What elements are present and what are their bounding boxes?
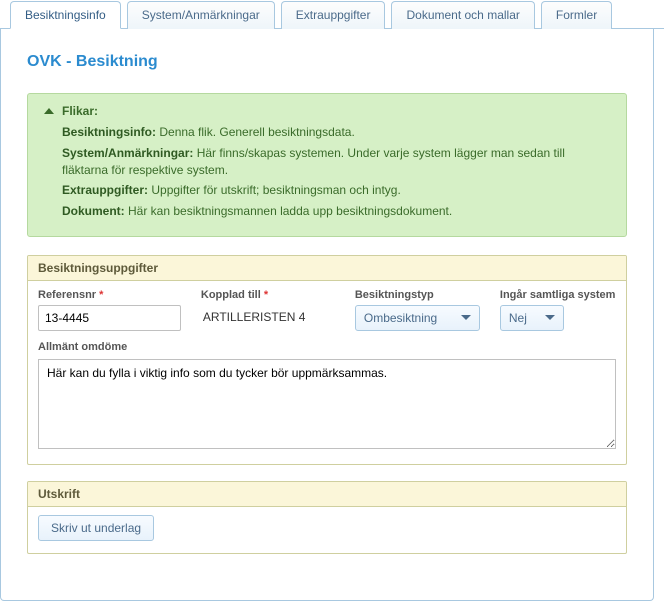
app-root: Besiktningsinfo System/Anmärkningar Extr… <box>0 0 664 601</box>
tab-besiktningsinfo[interactable]: Besiktningsinfo <box>10 1 121 29</box>
info-box: Flikar: Besiktningsinfo: Denna flik. Gen… <box>27 93 627 237</box>
ingar-select[interactable]: Nej <box>500 305 564 331</box>
info-line: Extrauppgifter: Uppgifter för utskrift; … <box>62 182 610 199</box>
besiktningstyp-label: Besiktningstyp <box>355 289 480 301</box>
info-line-label: Extrauppgifter: <box>62 183 148 197</box>
info-line-text: Här kan besiktningsmannen ladda upp besi… <box>125 204 453 218</box>
allmant-omdome-label: Allmänt omdöme <box>38 341 616 353</box>
tab-bar: Besiktningsinfo System/Anmärkningar Extr… <box>0 0 664 29</box>
field-ingar-samtliga: Ingår samtliga system Nej <box>500 289 616 331</box>
section-header: Besiktningsuppgifter <box>28 256 626 281</box>
section-body: Skriv ut underlag <box>28 507 626 553</box>
info-line-text: Uppgifter för utskrift; besiktningsman o… <box>148 183 401 197</box>
page-title: OVK - Besiktning <box>27 53 627 71</box>
kopplad-value: ARTILLERISTEN 4 <box>201 305 335 329</box>
besiktningstyp-select[interactable]: Ombesiktning <box>355 305 480 331</box>
chevron-down-icon <box>545 315 555 320</box>
tab-dokument-och-mallar[interactable]: Dokument och mallar <box>391 1 534 29</box>
required-icon: * <box>99 289 103 301</box>
tab-system-anmarkningar[interactable]: System/Anmärkningar <box>127 1 275 29</box>
info-line: Besiktningsinfo: Denna flik. Generell be… <box>62 124 610 141</box>
section-header: Utskrift <box>28 482 626 507</box>
allmant-omdome-textarea[interactable] <box>38 359 616 449</box>
required-icon: * <box>264 289 268 301</box>
kopplad-label: Kopplad till * <box>201 289 335 301</box>
section-body: Referensnr * Kopplad till * ARTILLERISTE… <box>28 281 626 464</box>
besiktningstyp-value: Ombesiktning <box>364 311 437 325</box>
info-header[interactable]: Flikar: <box>44 104 610 118</box>
skriv-ut-underlag-button[interactable]: Skriv ut underlag <box>38 515 154 541</box>
referensnr-label: Referensnr * <box>38 289 181 301</box>
tab-formler[interactable]: Formler <box>541 1 612 29</box>
section-utskrift: Utskrift Skriv ut underlag <box>27 481 627 554</box>
chevron-down-icon <box>461 315 471 320</box>
info-line: System/Anmärkningar: Här finns/skapas sy… <box>62 145 610 179</box>
field-referensnr: Referensnr * <box>38 289 181 331</box>
info-line-label: System/Anmärkningar: <box>62 146 193 160</box>
field-kopplad-till: Kopplad till * ARTILLERISTEN 4 <box>201 289 335 331</box>
info-line-label: Dokument: <box>62 204 125 218</box>
tab-panel: OVK - Besiktning Flikar: Besiktningsinfo… <box>0 29 654 601</box>
info-line-label: Besiktningsinfo: <box>62 125 156 139</box>
ingar-label: Ingår samtliga system <box>500 289 616 301</box>
referensnr-input[interactable] <box>38 305 181 331</box>
ingar-value: Nej <box>509 311 527 325</box>
info-line-text: Denna flik. Generell besiktningsdata. <box>156 125 355 139</box>
form-row: Referensnr * Kopplad till * ARTILLERISTE… <box>38 289 616 331</box>
collapse-up-icon <box>44 108 54 114</box>
info-heading: Flikar: <box>62 104 98 118</box>
section-besiktningsuppgifter: Besiktningsuppgifter Referensnr * Koppla… <box>27 255 627 465</box>
field-besiktningstyp: Besiktningstyp Ombesiktning <box>355 289 480 331</box>
info-line: Dokument: Här kan besiktningsmannen ladd… <box>62 203 610 220</box>
tab-extrauppgifter[interactable]: Extrauppgifter <box>281 1 386 29</box>
